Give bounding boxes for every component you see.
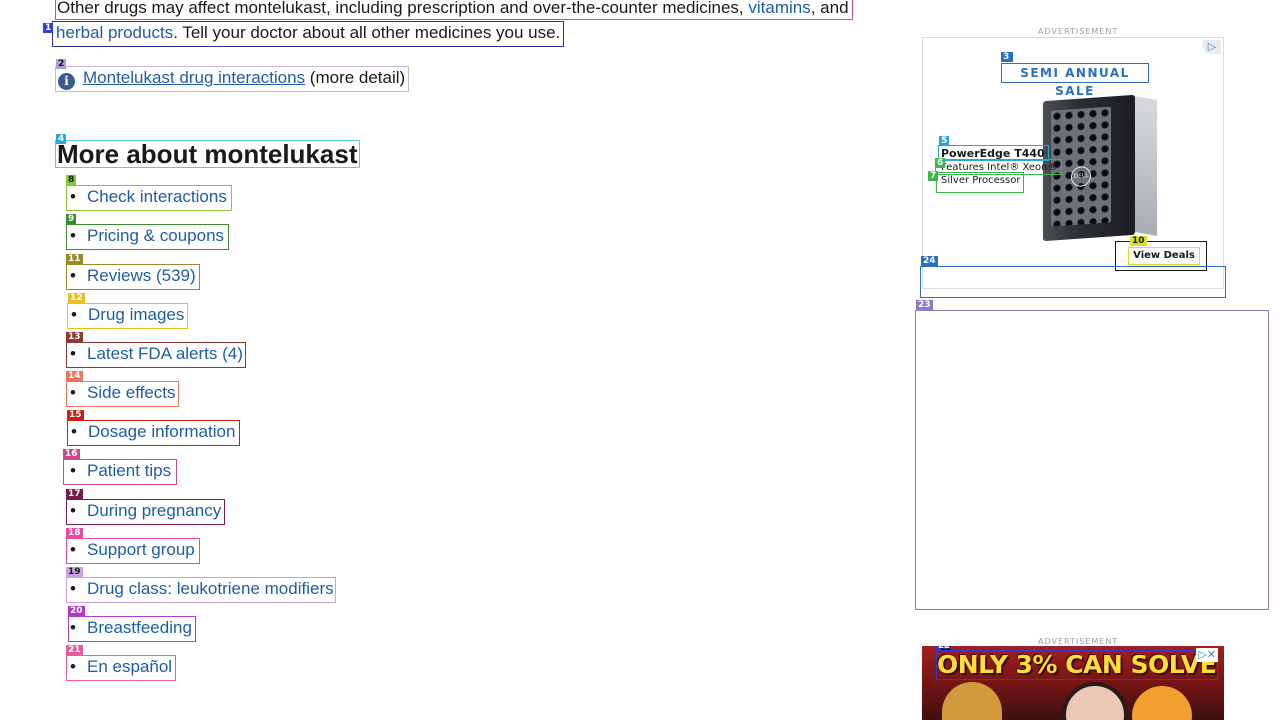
bullet: • [70,344,76,363]
list-item-check-interactions[interactable]: 8 • Check interactions [66,175,232,211]
bullet: • [71,305,77,324]
bullet: • [70,226,76,245]
check-interactions-link[interactable]: Check interactions [87,185,227,209]
warrior-character-icon [1132,686,1192,720]
article-content: 0 Other drugs may affect montelukast, in… [0,0,900,720]
list-item-reviews[interactable]: 11 • Reviews (539) [66,254,200,290]
overlay-tag: 1 [43,23,54,33]
overlay-tag: 6 [935,158,946,168]
list-item-pricing[interactable]: 9 • Pricing & coupons [66,214,229,250]
pricing-coupons-link[interactable]: Pricing & coupons [87,224,224,248]
overlay-tag: 24 [921,256,938,266]
drug-images-link[interactable]: Drug images [88,303,184,327]
interactions-paragraph-line1: 0 Other drugs may affect montelukast, in… [55,0,853,20]
ad-footer-link[interactable]: 24 [920,256,1226,298]
close-icon[interactable]: ▷✕ [1196,648,1218,662]
overlay-tag: 9 [66,214,77,224]
overlay-tag: 10 [1130,236,1147,246]
bullet: • [70,266,76,285]
overlay-tag: 16 [63,449,80,459]
overlay-tag: 19 [66,567,83,577]
overlay-tag: 22 [936,646,952,651]
en-espanol-link[interactable]: En español [87,655,172,679]
bullet: • [70,501,76,520]
interactions-text-suffix: , and [810,0,849,17]
during-pregnancy-link[interactable]: During pregnancy [87,499,221,523]
bullet: • [70,657,76,676]
ad-headline-2[interactable]: 22 ONLY 3% CAN SOLVE IT! [936,646,1224,680]
list-item-support-group[interactable]: 18 • Support group [66,528,200,564]
list-item-side-effects[interactable]: 14 • Side effects [66,371,179,407]
overlay-tag: 7 [928,171,939,181]
empty-ad-slot[interactable]: 23 [915,300,1269,610]
herbal-products-link[interactable]: herbal products [56,23,173,42]
list-item-drug-class[interactable]: 19 • Drug class: leukotriene modifiers [66,567,336,603]
interactions-paragraph-line2: 1 herbal products. Tell your doctor abou… [43,21,565,47]
bullet: • [71,422,77,441]
overlay-tag: 15 [67,410,84,420]
bullet: • [70,579,76,598]
overlay-tag: 14 [66,371,83,381]
overlay-tag: 23 [916,300,933,310]
princess-character-icon [1062,682,1128,720]
drug-class-link[interactable]: Drug class: leukotriene modifiers [87,577,334,601]
overlay-tag: 20 [68,606,85,616]
overlay-tag: 17 [66,489,83,499]
advertisement-label: ADVERTISEMENT [1038,27,1119,36]
overlay-tag: 11 [66,254,83,264]
list-item-dosage[interactable]: 15 • Dosage information [67,410,240,446]
list-item-fda-alerts[interactable]: 13 • Latest FDA alerts (4) [66,332,246,368]
support-group-link[interactable]: Support group [87,538,195,562]
list-item-drug-images[interactable]: 12 • Drug images [67,293,188,329]
dosage-information-link[interactable]: Dosage information [88,420,235,444]
interactions-text: Other drugs may affect montelukast, incl… [57,0,749,17]
bullet: • [70,618,76,637]
overlay-tag: 2 [56,59,67,69]
bullet: • [70,383,76,402]
montelukast-interactions-link[interactable]: Montelukast drug interactions [83,68,305,87]
fda-alerts-link[interactable]: Latest FDA alerts (4) [87,342,243,366]
reviews-link[interactable]: Reviews (539) [87,264,196,288]
interactions-text-end: . Tell your doctor about all other medic… [173,23,561,42]
list-item-espanol[interactable]: 21 • En español [66,645,176,681]
overlay-tag: 13 [66,332,83,342]
overlay-tag: 4 [56,134,67,144]
overlay-tag: 8 [66,175,77,185]
overlay-tag: 21 [66,645,83,655]
bullet: • [70,187,76,206]
ad-headline[interactable]: 3 SEMI ANNUAL SALE [1001,52,1149,98]
adchoices-icon[interactable]: ▷ [1203,40,1221,54]
list-item-patient-tips[interactable]: 16 • Patient tips [63,449,177,485]
drug-interactions-link-box: 2 i Montelukast drug interactions (more d… [55,59,410,92]
product-feature-line2[interactable]: 7 Silver Processor [928,171,1025,193]
dell-ad[interactable]: ▷ 3 SEMI ANNUAL SALE DELL 5 PowerEdge T4… [922,37,1224,289]
hero-character-icon [942,682,1002,720]
more-detail-text: (more detail) [305,68,406,87]
overlay-tag: 3 [1001,52,1013,62]
puzzle-game-ad[interactable]: 22 ONLY 3% CAN SOLVE IT! ▷✕ [922,646,1224,720]
breastfeeding-link[interactable]: Breastfeeding [87,616,192,640]
overlay-tag: 18 [66,528,83,538]
vitamins-link[interactable]: vitamins [748,0,810,17]
bullet: • [70,540,76,559]
patient-tips-link[interactable]: Patient tips [87,459,171,483]
more-about-title: More about montelukast [57,139,358,169]
bullet: • [70,461,76,480]
overlay-tag: 5 [939,136,950,146]
list-item-breastfeeding[interactable]: 20 • Breastfeeding [68,606,196,642]
side-effects-link[interactable]: Side effects [87,381,176,405]
info-icon: i [58,73,75,90]
overlay-tag: 12 [68,293,85,303]
more-about-heading: 4 More about montelukast [55,134,361,169]
list-item-pregnancy[interactable]: 17 • During pregnancy [66,489,225,525]
